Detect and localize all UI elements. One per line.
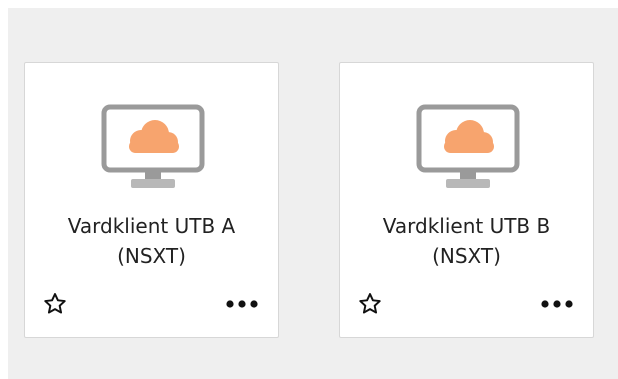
cloud-desktop-icon [416,104,520,190]
cloud-desktop-icon [101,104,205,190]
resource-panel: Vardklient UTB A (NSXT) Vardklient UTB B… [8,8,618,379]
favorite-button[interactable] [41,290,69,318]
card-title-line-2: (NSXT) [432,244,501,268]
star-outline-icon [359,293,381,314]
resource-card-vardklient-utb-a[interactable]: Vardklient UTB A (NSXT) [24,62,279,338]
more-options-button[interactable] [224,290,260,318]
card-title-line-1: Vardklient UTB A [67,214,236,238]
more-horizontal-icon [226,300,258,308]
card-title-line-2: (NSXT) [117,244,186,268]
card-title[interactable]: Vardklient UTB B (NSXT) [340,211,593,271]
card-title-line-1: Vardklient UTB B [382,214,551,238]
more-options-button[interactable] [539,290,575,318]
favorite-button[interactable] [356,290,384,318]
more-horizontal-icon [541,300,573,308]
star-outline-icon [44,293,66,314]
resource-card-vardklient-utb-b[interactable]: Vardklient UTB B (NSXT) [339,62,594,338]
card-title[interactable]: Vardklient UTB A (NSXT) [25,211,278,271]
